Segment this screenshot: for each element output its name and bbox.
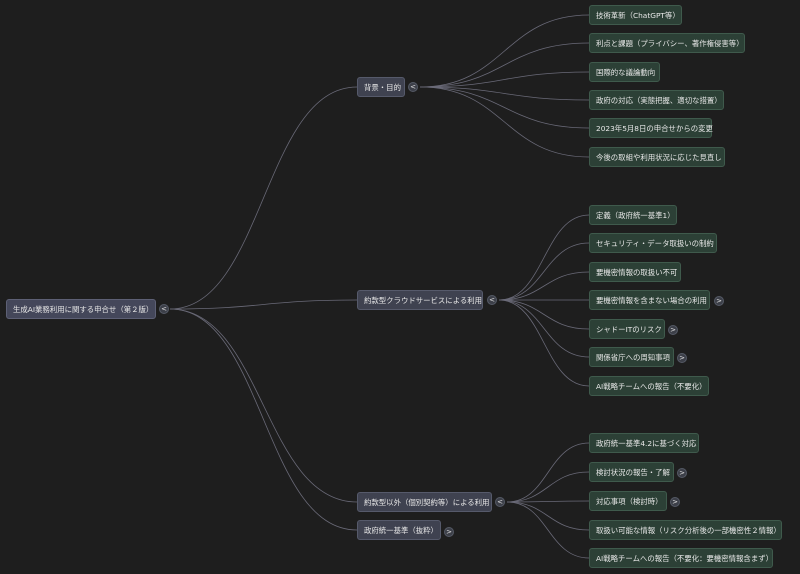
branch-background[interactable]: 背景・目的 xyxy=(357,77,405,97)
leaf-government-response[interactable]: 政府の対応（実態把握、適切な措置） xyxy=(589,90,724,110)
collapse-toggle-icon[interactable]: < xyxy=(159,304,169,314)
leaf-international-trends[interactable]: 国際的な議論動向 xyxy=(589,62,660,82)
connector-line xyxy=(498,214,590,301)
leaf-action-items[interactable]: 対応事項（検討時） xyxy=(589,491,667,511)
leaf-status-report[interactable]: 検討状況の報告・了解 xyxy=(589,462,674,482)
branch-terms-cloud[interactable]: 約款型クラウドサービスによる利用 xyxy=(357,290,483,310)
connector-line xyxy=(498,271,590,301)
leaf-future-review[interactable]: 今後の取組や利用状況に応じた見直し xyxy=(589,147,725,167)
connector-line xyxy=(498,299,590,330)
connector-line xyxy=(506,442,590,503)
connector-line xyxy=(498,299,590,358)
expand-toggle-icon[interactable]: > xyxy=(714,296,724,306)
leaf-benefits-issues[interactable]: 利点と課題（プライバシー、著作権侵害等） xyxy=(589,33,745,53)
leaf-change-from-previous[interactable]: 2023年5月8日の申合せからの変更 xyxy=(589,118,713,138)
leaf-tech-innovation[interactable]: 技術革新（ChatGPT等） xyxy=(589,5,682,25)
leaf-security-constraints[interactable]: セキュリティ・データ取扱いの制約 xyxy=(589,233,717,253)
expand-toggle-icon[interactable]: > xyxy=(444,527,454,537)
leaf-ministry-notice[interactable]: 関係省庁への周知事項 xyxy=(589,347,674,367)
connector-line xyxy=(419,14,590,88)
leaf-standard-42[interactable]: 政府統一基準4.2に基づく対応 xyxy=(589,433,699,453)
root-node[interactable]: 生成AI業務利用に関する申合せ（第２版） xyxy=(6,299,156,319)
collapse-toggle-icon[interactable]: < xyxy=(408,82,418,92)
leaf-non-confidential-use[interactable]: 要機密情報を含まない場合の利用 xyxy=(589,290,710,310)
connector-line xyxy=(506,501,590,531)
connector-line xyxy=(506,471,590,503)
branch-individual-contract[interactable]: 約款型以外（個別契約等）による利用 xyxy=(357,492,492,512)
connector-line xyxy=(169,86,358,310)
connector-line xyxy=(169,308,358,531)
connector-line xyxy=(419,42,590,88)
branch-government-standard[interactable]: 政府統一基準（抜粋） xyxy=(357,520,441,540)
leaf-shadow-it[interactable]: シャドーITのリスク xyxy=(589,319,665,339)
leaf-confidential-prohibited[interactable]: 要機密情報の取扱い不可 xyxy=(589,262,681,282)
leaf-handleable-info[interactable]: 取扱い可能な情報（リスク分析後の一部機密性２情報） xyxy=(589,520,782,540)
connector-line xyxy=(498,299,590,387)
expand-toggle-icon[interactable]: > xyxy=(668,325,678,335)
leaf-definition[interactable]: 定義（政府統一基準1） xyxy=(589,205,677,225)
leaf-ai-team-report[interactable]: AI戦略チームへの報告（不要化） xyxy=(589,376,709,396)
expand-toggle-icon[interactable]: > xyxy=(670,497,680,507)
leaf-ai-team-report-2[interactable]: AI戦略チームへの報告（不要化：要機密情報含まず） xyxy=(589,548,773,568)
connector-line xyxy=(498,242,590,301)
collapse-toggle-icon[interactable]: < xyxy=(487,295,497,305)
connector-line xyxy=(506,501,590,559)
connector-line xyxy=(419,86,590,158)
connector-line xyxy=(419,86,590,101)
expand-toggle-icon[interactable]: > xyxy=(677,353,687,363)
expand-toggle-icon[interactable]: > xyxy=(677,468,687,478)
connector-line xyxy=(169,308,358,503)
collapse-toggle-icon[interactable]: < xyxy=(495,497,505,507)
